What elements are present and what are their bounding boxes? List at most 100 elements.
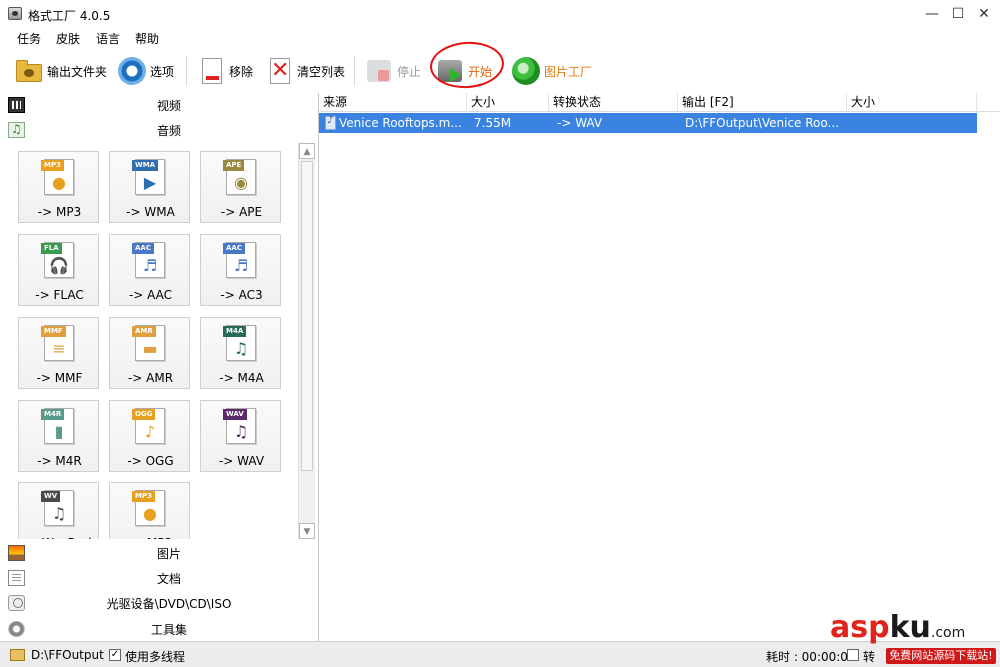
picture-factory-button[interactable]: 图片工厂 [511, 56, 592, 86]
remove-label: 移除 [229, 64, 254, 79]
column-output[interactable]: 输出 [F2] [678, 93, 847, 112]
format-glyph-icon: ♪ [144, 422, 156, 441]
row-output-size [850, 113, 977, 133]
output-folder-label: 输出文件夹 [47, 64, 108, 79]
maximize-button[interactable]: ☐ [946, 4, 970, 24]
picture-factory-icon [511, 57, 541, 85]
format-tag: WAV [223, 409, 247, 420]
menu-help[interactable]: 帮助 [135, 30, 159, 47]
multithread-checkbox[interactable]: ✓ [109, 649, 121, 661]
row-size: 7.55M [474, 116, 512, 130]
toolbar-separator [354, 56, 355, 86]
format-tile-wma[interactable]: WMA ▶ -> WMA [109, 151, 190, 223]
format-label: -> AMR [127, 371, 174, 385]
format-glyph-icon: ♫ [233, 422, 249, 441]
format-tile-aac[interactable]: AAC ♬ -> AAC [109, 234, 190, 306]
format-label: -> AAC [128, 288, 173, 302]
format-tag: M4A [223, 326, 247, 337]
format-label: -> FLAC [35, 288, 84, 302]
format-label: -> MP3 [37, 205, 82, 219]
format-tile-wav[interactable]: WAV ♫ -> WAV [200, 400, 281, 472]
format-label: -> OGG [127, 454, 174, 468]
scroll-up-arrow-icon[interactable]: ▲ [299, 143, 315, 159]
format-tag: MP3 [132, 491, 155, 502]
minimize-button[interactable]: — [920, 4, 944, 24]
format-tag: M4R [41, 409, 65, 420]
scroll-thumb[interactable] [301, 161, 313, 471]
format-tag: WV [41, 491, 61, 502]
clear-list-icon: ✕ [270, 58, 290, 84]
scroll-down-arrow-icon[interactable]: ▼ [299, 523, 315, 539]
watermark-tagline: 免费网站源码下载站! [886, 648, 996, 664]
gear-icon [117, 57, 147, 85]
format-tile-mmf[interactable]: MMF ≡ -> MMF [18, 317, 99, 389]
category-video[interactable]: 视频 [0, 93, 318, 117]
column-status[interactable]: 转换状态 [549, 93, 678, 112]
format-label: -> WAV [218, 454, 265, 468]
column-size[interactable]: 大小 [467, 93, 549, 112]
output-folder-button[interactable]: 输出文件夹 [14, 56, 107, 86]
remove-icon [196, 57, 226, 85]
format-glyph-icon: ▬ [142, 339, 158, 358]
format-glyph-icon: 🎧 [49, 256, 69, 275]
format-glyph-icon: ♬ [233, 256, 249, 275]
format-tile-ape[interactable]: APE ◉ -> APE [200, 151, 281, 223]
format-tile-m4r[interactable]: M4R ▮ -> M4R [18, 400, 99, 472]
output-folder-icon[interactable] [10, 649, 25, 661]
format-label: -> MP2 [110, 536, 191, 539]
format-tile-mp3[interactable]: MP3 ● -> MP3 [18, 151, 99, 223]
format-glyph-icon: ◉ [234, 173, 248, 192]
clear-list-button[interactable]: ✕ 清空列表 [264, 56, 345, 86]
format-tile-wv[interactable]: WV ♫ -> WavPack [18, 482, 99, 539]
window-title: 格式工厂 4.0.5 [28, 9, 111, 23]
category-picture[interactable]: 图片 [0, 541, 318, 565]
format-tag: APE [223, 160, 245, 171]
format-tag: AAC [132, 243, 154, 254]
row-output: D:\FFOutput\Venice Roo... [685, 116, 839, 130]
format-tile-fla[interactable]: FLA 🎧 -> FLAC [18, 234, 99, 306]
row-status: -> WAV [557, 116, 603, 130]
stop-button[interactable]: 停止 [364, 56, 421, 86]
format-glyph-icon: ≡ [52, 339, 66, 358]
menu-task[interactable]: 任务 [17, 30, 41, 47]
close-button[interactable]: ✕ [972, 4, 996, 24]
clear-list-label: 清空列表 [297, 64, 346, 79]
category-disc[interactable]: 光驱设备\DVD\CD\ISO [0, 591, 318, 615]
format-glyph-icon: ● [52, 173, 66, 192]
options-button[interactable]: 选项 [117, 56, 174, 86]
category-document[interactable]: 文档 [0, 566, 318, 590]
remove-button[interactable]: 移除 [196, 56, 253, 86]
stop-label: 停止 [397, 64, 422, 79]
format-glyph-icon: ♫ [51, 504, 67, 523]
toolbar-separator [186, 56, 187, 86]
audio-format-grid: MP3 ● -> MP3 WMA ▶ -> WMA APE ◉ -> APE FLA 🎧 -> FLA… [8, 143, 298, 539]
format-tag: MMF [41, 326, 66, 337]
format-tag: AMR [132, 326, 156, 337]
watermark: aspku.com 免费网站源码下载站! [828, 610, 998, 664]
title-bar: 格式工厂 4.0.5 — ☐ ✕ [0, 0, 1000, 28]
category-tools[interactable]: 工具集 [0, 617, 318, 641]
format-tag: MP3 [41, 160, 64, 171]
options-label: 选项 [150, 64, 175, 79]
menu-skin[interactable]: 皮肤 [56, 30, 80, 47]
format-label: -> M4R [37, 454, 82, 468]
category-audio[interactable]: 音频 [0, 118, 318, 142]
table-row[interactable]: Venice Rooftops.m... 7.55M -> WAV D:\FFO… [319, 113, 977, 133]
format-label: -> AC3 [220, 288, 263, 302]
column-output-size[interactable]: 大小 [847, 93, 977, 112]
format-tile-m4a[interactable]: M4A ♫ -> M4A [200, 317, 281, 389]
column-source[interactable]: 来源 [319, 93, 467, 112]
format-tile-ogg[interactable]: OGG ♪ -> OGG [109, 400, 190, 472]
format-tile-mp3[interactable]: MP3 ● -> MP2 [109, 482, 190, 539]
format-scrollbar[interactable]: ▲ ▼ [298, 143, 315, 539]
folder-icon [14, 57, 44, 85]
row-source: Venice Rooftops.m... [339, 116, 462, 130]
menu-language[interactable]: 语言 [96, 30, 120, 47]
category-picture-label: 图片 [156, 547, 181, 561]
task-list-header: 来源 大小 转换状态 输出 [F2] 大小 [319, 93, 1000, 112]
format-tag: OGG [132, 409, 156, 420]
format-tile-aac[interactable]: AAC ♬ -> AC3 [200, 234, 281, 306]
format-tile-amr[interactable]: AMR ▬ -> AMR [109, 317, 190, 389]
format-label: -> WavPack [19, 536, 100, 539]
format-label: -> M4A [219, 371, 264, 385]
